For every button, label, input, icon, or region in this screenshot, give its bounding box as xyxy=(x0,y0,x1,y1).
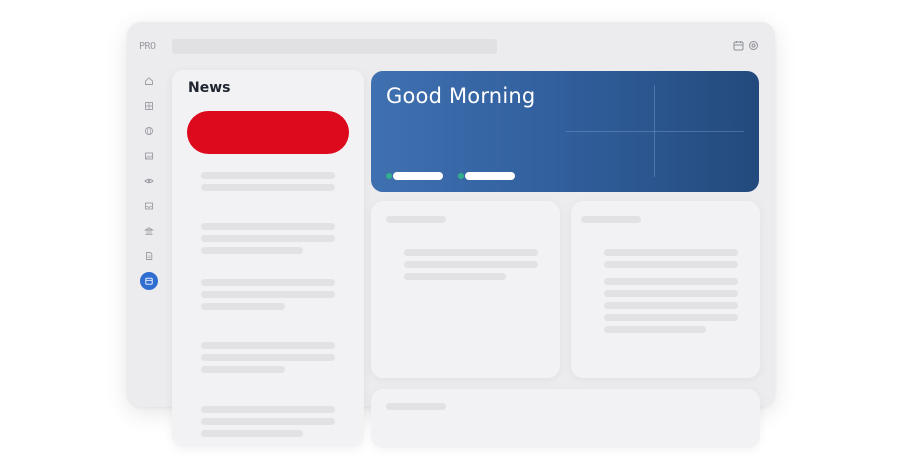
banner-action-pill[interactable] xyxy=(465,172,515,180)
card-line xyxy=(604,326,706,333)
grid-icon xyxy=(145,102,153,110)
greeting-title: Good Morning xyxy=(386,84,536,108)
card-line xyxy=(604,314,738,321)
sidebar-item-document[interactable] xyxy=(140,247,158,265)
sidebar-item-globe[interactable] xyxy=(140,122,158,140)
widget-card[interactable] xyxy=(571,201,760,378)
news-item-line xyxy=(201,172,335,179)
document-icon xyxy=(146,252,153,260)
news-item-line xyxy=(201,247,303,254)
banner-action-pill[interactable] xyxy=(393,172,443,180)
widget-card-wide[interactable] xyxy=(371,389,760,448)
card-line xyxy=(604,249,738,256)
news-item-line xyxy=(201,342,335,349)
news-panel: News xyxy=(172,70,364,447)
sidebar-item-inbox[interactable] xyxy=(140,197,158,215)
bank-icon xyxy=(144,227,154,235)
view-icon xyxy=(144,178,154,184)
sidebar-item-bank[interactable] xyxy=(140,222,158,240)
card-title-placeholder xyxy=(386,403,446,410)
card-line xyxy=(404,273,506,280)
news-title: News xyxy=(188,80,231,96)
news-item-line xyxy=(201,291,335,298)
news-item-line xyxy=(201,303,285,310)
card-line xyxy=(604,261,738,268)
card-line xyxy=(404,249,538,256)
image-icon xyxy=(145,152,153,160)
decorative-line xyxy=(566,131,744,132)
sidebar-item-view[interactable] xyxy=(140,172,158,190)
card-title-placeholder xyxy=(581,216,641,223)
greeting-banner: Good Morning xyxy=(371,71,759,192)
home-icon xyxy=(145,77,153,85)
news-item-line xyxy=(201,406,335,413)
card-line xyxy=(404,261,538,268)
settings-icon[interactable] xyxy=(748,40,759,51)
news-item-line xyxy=(201,223,335,230)
news-item-line xyxy=(201,184,335,191)
news-item-line xyxy=(201,430,303,437)
sidebar-item-grid[interactable] xyxy=(140,97,158,115)
card-line xyxy=(604,302,738,309)
news-item-line xyxy=(201,279,335,286)
news-item-line xyxy=(201,235,335,242)
sidebar-item-image[interactable] xyxy=(140,147,158,165)
globe-icon xyxy=(144,126,154,136)
decorative-line xyxy=(654,85,655,177)
sidebar-item-calendar[interactable] xyxy=(140,272,158,290)
inbox-icon xyxy=(145,202,153,210)
widget-card[interactable] xyxy=(371,201,560,378)
calendar-icon[interactable] xyxy=(733,40,744,51)
search-bar-placeholder[interactable] xyxy=(172,39,497,54)
news-highlight-item[interactable] xyxy=(187,111,349,154)
card-title-placeholder xyxy=(386,216,446,223)
status-dot xyxy=(458,173,464,179)
card-line xyxy=(604,290,738,297)
status-dot xyxy=(386,173,392,179)
news-item-line xyxy=(201,418,335,425)
card-line xyxy=(604,278,738,285)
news-item-line xyxy=(201,366,285,373)
news-item-line xyxy=(201,354,335,361)
app-logo: PRO xyxy=(139,41,156,52)
sidebar-item-home[interactable] xyxy=(140,72,158,90)
top-icon-group xyxy=(733,40,759,51)
calendar-icon xyxy=(145,277,153,285)
